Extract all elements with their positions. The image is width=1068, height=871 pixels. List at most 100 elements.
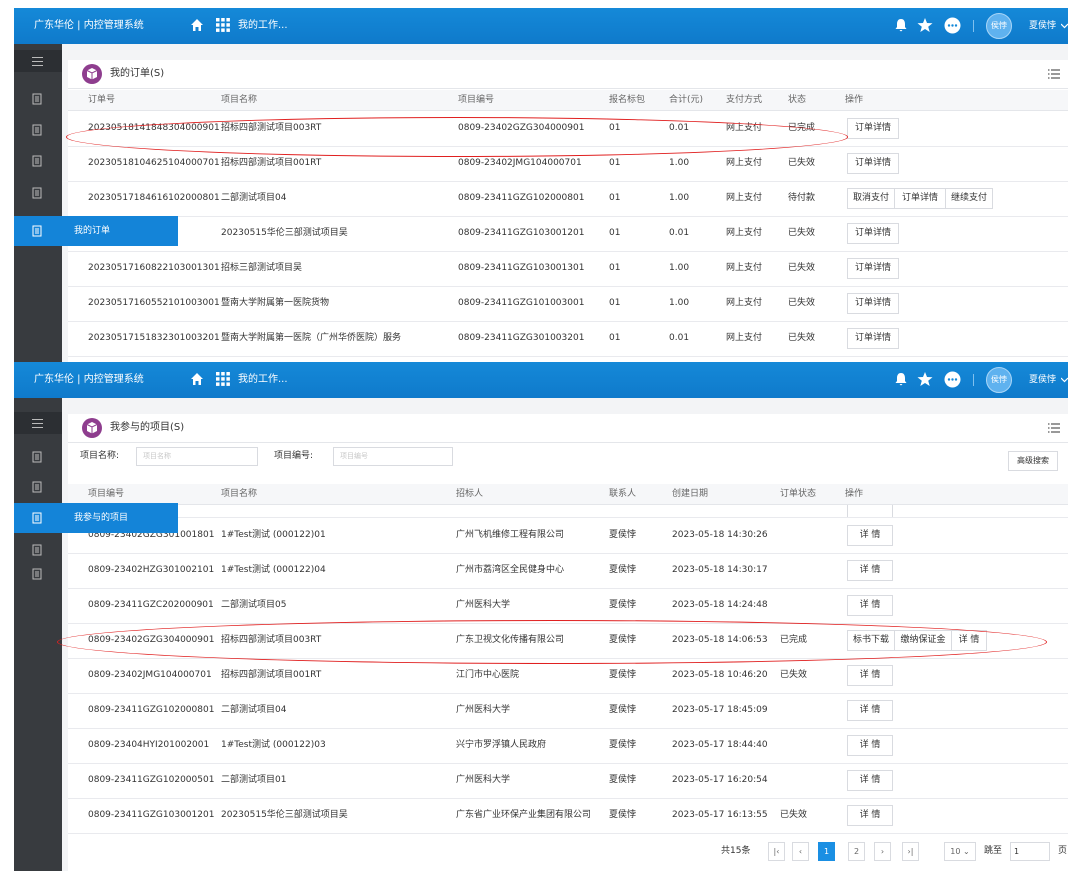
table-row: 20230517151832301003201 暨南大学附属第一医院（广州华侨医院… (68, 321, 1068, 357)
project-action-button[interactable]: 详 情 (847, 525, 893, 546)
sidebar-item-1[interactable] (14, 88, 62, 110)
card-title: 我的订单(S) (110, 68, 165, 79)
cell-contact: 夏侯悖 (609, 670, 637, 680)
project-action-button[interactable]: 详 情 (847, 770, 893, 791)
my-work-menu[interactable]: 我的工作... (238, 362, 288, 398)
cell-order-no: 20230517160552101003001 (88, 298, 220, 308)
project-action-button[interactable]: 详 情 (847, 595, 893, 616)
table-row: 0809-23411GZG103001201 20230515华伦三部测试项目吴 广… (68, 798, 1068, 834)
avatar[interactable]: 侯悖 (986, 367, 1012, 393)
cell-contact: 夏侯悖 (609, 740, 637, 750)
detail-button[interactable] (847, 505, 893, 517)
cell-code: 0809-23411GZC202000901 (88, 600, 214, 610)
cell-code: 0809-23411GZG101003001 (458, 298, 585, 308)
cell-total: 1.00 (669, 263, 690, 273)
cell-tenderer: 广东卫视文化传播有限公司 (456, 635, 565, 645)
cell-name: 20230515华伦三部测试项目吴 (221, 810, 348, 820)
jump-input[interactable]: 1 (1010, 842, 1050, 861)
project-action-button[interactable]: 详 情 (847, 805, 893, 826)
chevron-down-icon[interactable] (1061, 22, 1068, 29)
apps-grid-icon[interactable] (216, 372, 230, 386)
bell-icon[interactable] (894, 18, 908, 32)
cell-status: 已失效 (788, 333, 816, 343)
my-work-menu[interactable]: 我的工作... (238, 8, 288, 44)
page-size-select[interactable]: 10 ⌄ (944, 842, 976, 861)
project-action-button[interactable]: 标书下载 (847, 630, 895, 651)
home-icon[interactable] (190, 372, 204, 386)
cell-date: 2023-05-18 14:30:26 (672, 530, 768, 540)
star-icon[interactable] (917, 371, 933, 387)
cell-total: 1.00 (669, 193, 690, 203)
cell-pay: 网上支付 (726, 263, 763, 273)
chat-icon[interactable] (944, 371, 961, 388)
project-action-button[interactable]: 详 情 (847, 735, 893, 756)
document-icon (32, 225, 42, 237)
sidebar-item-my-projects[interactable]: 我参与的项目 (62, 503, 178, 533)
sidebar-item-my-projects-icon[interactable] (14, 503, 62, 533)
order-action-button[interactable]: 订单详情 (847, 293, 899, 314)
sidebar-item-my-orders-icon[interactable] (14, 216, 62, 246)
chevron-down-icon[interactable] (1061, 376, 1068, 383)
avatar[interactable]: 侯悖 (986, 13, 1012, 39)
page-2-button[interactable]: 2 (848, 842, 865, 861)
sidebar-item-2[interactable] (14, 119, 62, 141)
sidebar-item-1[interactable] (14, 446, 62, 468)
apps-grid-icon[interactable] (216, 18, 230, 32)
project-action-button[interactable]: 详 情 (847, 700, 893, 721)
cell-name: 二部测试项目04 (221, 705, 287, 715)
sidebar-item-5[interactable] (14, 563, 62, 585)
hamburger-icon[interactable] (14, 412, 62, 434)
home-icon[interactable] (190, 18, 204, 32)
order-action-button[interactable]: 订单详情 (847, 153, 899, 174)
cell-order-no: 20230517160822103001301 (88, 263, 220, 273)
first-page-button[interactable]: |‹ (768, 842, 785, 861)
total-count: 共15条 (721, 846, 751, 856)
table-row: 0809-23411GZC202000901 二部测试项目05 广州医科大学 夏侯悖 2… (68, 588, 1068, 624)
document-icon (32, 512, 42, 524)
table-row: 0809-23404HYI201002001 1#Test测试 (000122)0… (68, 728, 1068, 764)
app-title: 广东华伦 | 内控管理系统 (34, 374, 144, 385)
chat-icon[interactable] (944, 17, 961, 34)
cell-project: 暨南大学附属第一医院货物 (221, 298, 330, 308)
hamburger-icon[interactable] (14, 50, 62, 72)
cell-name: 1#Test测试 (000122)04 (221, 565, 326, 575)
cell-pkg: 01 (609, 333, 621, 343)
next-page-button[interactable]: › (874, 842, 891, 861)
project-action-button[interactable]: 详 情 (847, 560, 893, 581)
list-menu-icon[interactable] (1048, 422, 1060, 434)
star-icon[interactable] (917, 17, 933, 33)
project-action-button[interactable]: 详 情 (951, 630, 987, 651)
prev-page-button[interactable]: ‹ (792, 842, 809, 861)
advanced-search-button[interactable]: 高级搜索 (1008, 451, 1058, 471)
order-action-button[interactable]: 订单详情 (894, 188, 946, 209)
cell-status: 已失效 (788, 263, 816, 273)
sidebar-item-my-orders[interactable]: 我的订单 (62, 216, 178, 246)
last-page-button[interactable]: ›| (902, 842, 919, 861)
cell-total: 1.00 (669, 298, 690, 308)
bell-icon[interactable] (894, 372, 908, 386)
table-row-partial (68, 505, 1068, 518)
project-code-input[interactable]: 项目编号 (333, 447, 453, 466)
order-action-button[interactable]: 继续支付 (945, 188, 993, 209)
order-action-button[interactable]: 订单详情 (847, 328, 899, 349)
document-icon (32, 481, 42, 493)
order-action-button[interactable]: 订单详情 (847, 223, 899, 244)
project-name-input[interactable]: 项目名称 (136, 447, 258, 466)
page-1-button[interactable]: 1 (818, 842, 835, 861)
sidebar-item-4[interactable] (14, 539, 62, 561)
list-menu-icon[interactable] (1048, 68, 1060, 80)
order-action-button[interactable]: 订单详情 (847, 258, 899, 279)
project-action-button[interactable]: 详 情 (847, 665, 893, 686)
sidebar-item-2[interactable] (14, 476, 62, 498)
cell-code: 0809-23411GZG102000801 (458, 193, 585, 203)
user-name[interactable]: 夏侯悖 (1029, 8, 1056, 44)
table-row: 0809-23402GZG301001801 1#Test测试 (000122)0… (68, 518, 1068, 554)
order-action-button[interactable]: 订单详情 (847, 118, 899, 139)
project-action-button[interactable]: 缴纳保证金 (894, 630, 952, 651)
order-action-button[interactable]: 取消支付 (847, 188, 895, 209)
user-name[interactable]: 夏侯悖 (1029, 362, 1056, 398)
sidebar-item-3[interactable] (14, 150, 62, 172)
table-row: 20230517160822103001301 招标三部测试项目吴 0809-234… (68, 251, 1068, 287)
cell-code: 0809-23404HYI201002001 (88, 740, 210, 750)
sidebar-item-4[interactable] (14, 182, 62, 204)
